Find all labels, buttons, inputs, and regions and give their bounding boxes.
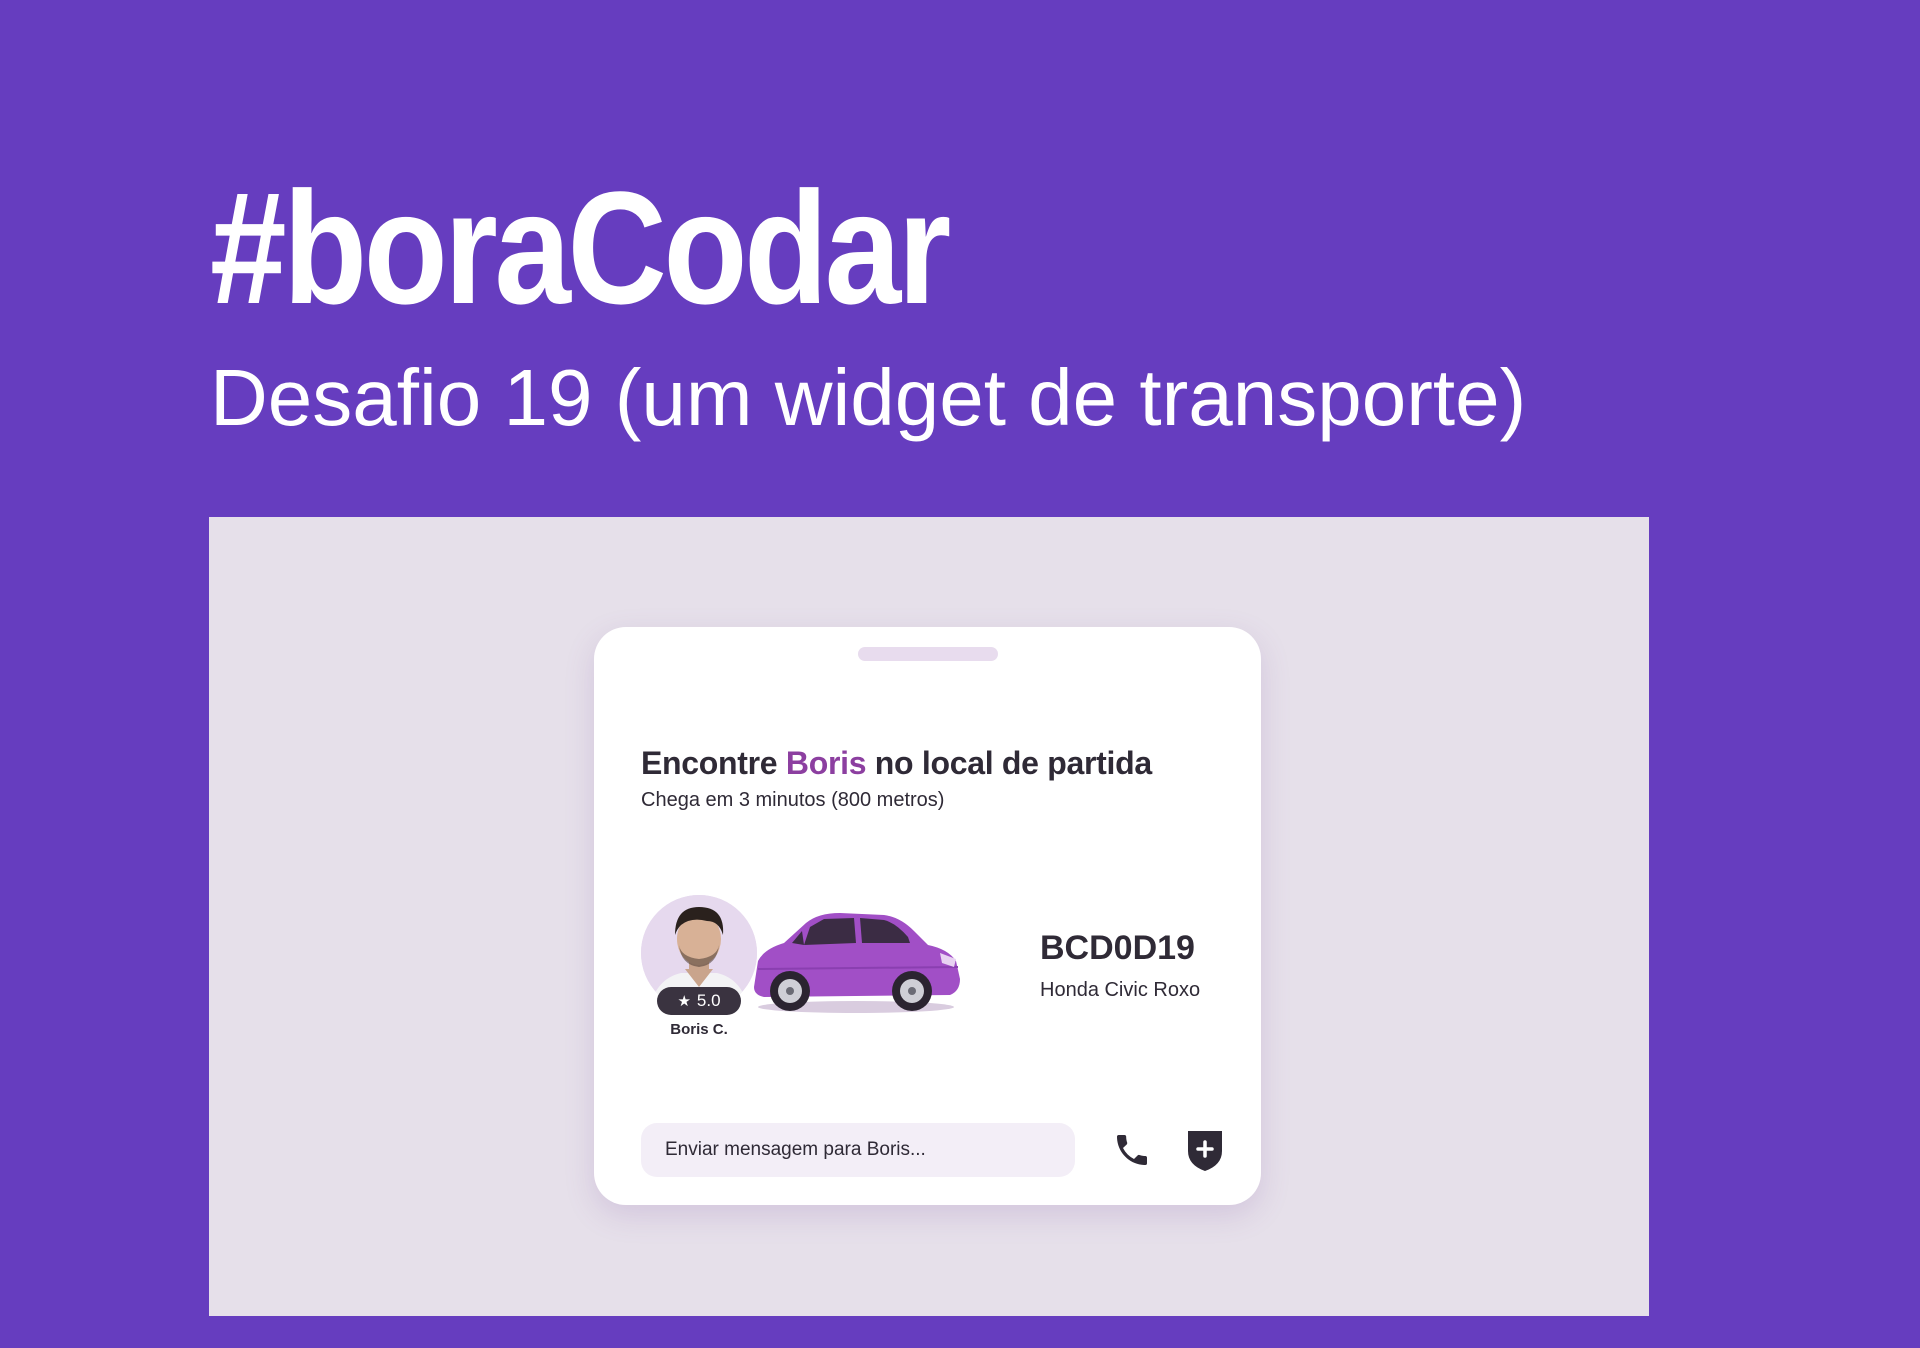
headline-prefix: Encontre	[641, 745, 786, 781]
driver-name-highlight: Boris	[785, 745, 867, 781]
transport-widget-card: Encontre Boris no local de partida Chega…	[594, 627, 1261, 1205]
car-plate: BCD0D19	[1040, 929, 1195, 967]
message-input[interactable]	[641, 1123, 1075, 1177]
rating-badge: ★ 5.0	[657, 987, 741, 1015]
drag-handle[interactable]	[858, 647, 998, 661]
car-illustration	[744, 909, 964, 1017]
headline-suffix: no local de partida	[866, 745, 1152, 781]
car-model: Honda Civic Roxo	[1040, 979, 1201, 1001]
widget-headline: Encontre Boris no local de partida	[641, 745, 1152, 782]
shield-plus-icon	[1188, 1131, 1222, 1171]
page-subtitle: Desafio 19 (um widget de transporte)	[210, 353, 1527, 442]
star-icon: ★	[677, 993, 691, 1010]
widget-stage: Encontre Boris no local de partida Chega…	[209, 517, 1649, 1316]
driver-name: Boris C.	[670, 1021, 728, 1038]
driver-profile[interactable]: ★ 5.0 Boris C.	[641, 895, 757, 1045]
arrival-eta: Chega em 3 minutos (800 metros)	[641, 789, 945, 811]
call-button[interactable]	[1105, 1123, 1159, 1177]
page-title: #boraCodar	[210, 158, 951, 337]
safety-button[interactable]	[1178, 1123, 1232, 1177]
rating-value: 5.0	[696, 991, 721, 1010]
phone-icon	[1117, 1135, 1147, 1165]
